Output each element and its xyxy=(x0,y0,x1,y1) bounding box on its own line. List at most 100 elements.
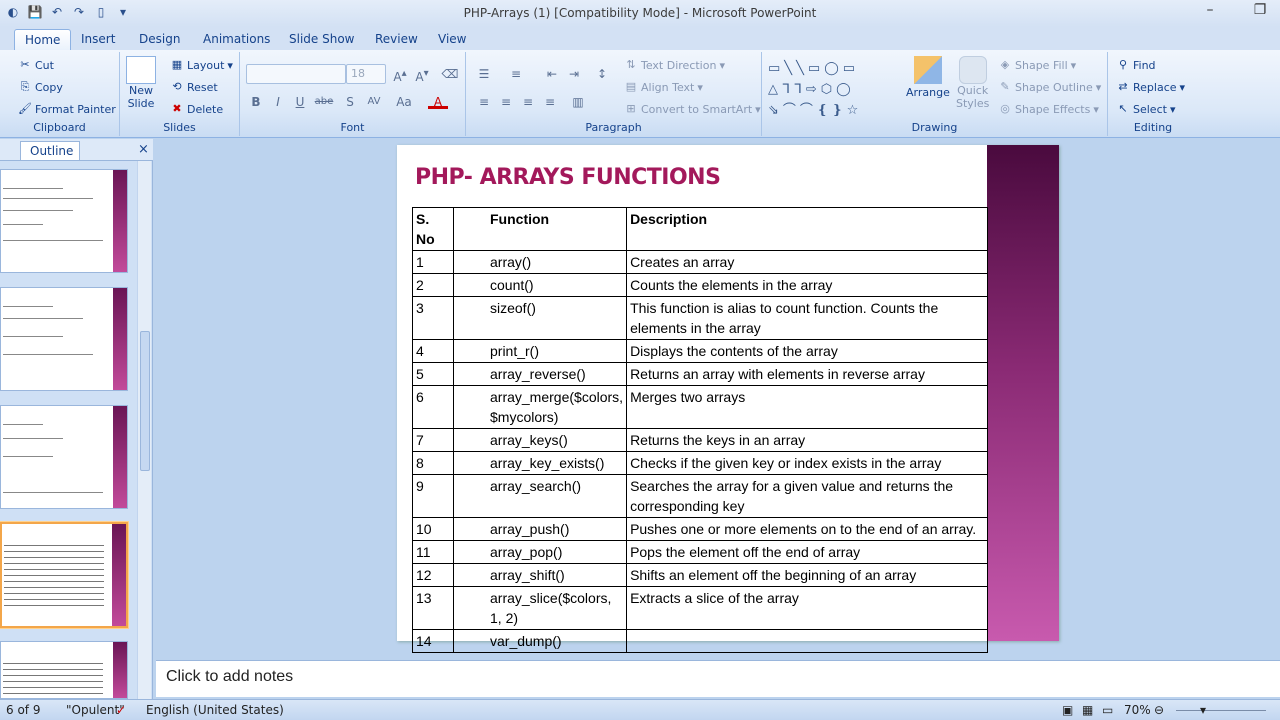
panel-scrollbar[interactable] xyxy=(137,161,151,699)
zoom-slider-thumb[interactable]: ▾ xyxy=(1200,703,1206,717)
minimize-icon[interactable]: – xyxy=(1198,2,1222,18)
shrink-font-icon[interactable]: A▾ xyxy=(412,65,432,84)
layout-button[interactable]: ▦ Layout ▾ xyxy=(170,58,233,72)
shadow-button[interactable]: S xyxy=(340,93,360,111)
zoom-level[interactable]: 70% xyxy=(1124,703,1151,717)
table-row: 2 count() Counts the elements in the array xyxy=(412,273,988,297)
function-description: Merges two arrays xyxy=(626,385,988,429)
arrange-button[interactable]: Arrange xyxy=(906,56,950,99)
close-panel-icon[interactable]: × xyxy=(134,140,153,159)
change-case-button[interactable]: Aa xyxy=(394,93,414,111)
slide-thumbnail[interactable] xyxy=(0,287,128,391)
delete-button[interactable]: ✖ Delete xyxy=(170,102,223,116)
slide[interactable]: PHP- ARRAYS FUNCTIONS S. No Function Des… xyxy=(397,145,1059,653)
shape-effects-button[interactable]: ◎ Shape Effects ▾ xyxy=(998,102,1099,116)
quick-styles-button[interactable]: Quick Styles xyxy=(956,56,989,110)
slides-panel: Outline × xyxy=(0,139,153,699)
tab-design[interactable]: Design xyxy=(129,29,190,50)
spellcheck-icon[interactable]: ✓ xyxy=(116,703,126,717)
align-left-icon[interactable]: ≡ xyxy=(474,93,494,111)
font-label: Font xyxy=(340,121,365,134)
cut-button[interactable]: ✂ Cut xyxy=(18,58,54,72)
bullets-icon[interactable]: ☰ xyxy=(474,65,494,83)
header-function: Function xyxy=(452,207,628,251)
shape-outline-button[interactable]: ✎ Shape Outline ▾ xyxy=(998,80,1101,94)
slide-title[interactable]: PHP- ARRAYS FUNCTIONS xyxy=(415,165,721,190)
function-description: Pops the element off the end of array xyxy=(626,540,988,564)
copy-button[interactable]: ⎘ Copy xyxy=(18,80,63,94)
tab-outline[interactable]: Outline xyxy=(20,141,80,160)
tab-insert[interactable]: Insert xyxy=(71,29,125,50)
new-slide-button[interactable]: New Slide xyxy=(126,56,156,110)
align-text-button[interactable]: ▤ Align Text ▾ xyxy=(624,80,703,94)
row-number: 11 xyxy=(412,540,454,564)
select-button[interactable]: ↖ Select ▾ xyxy=(1116,102,1175,116)
notes-pane[interactable]: Click to add notes xyxy=(156,660,1280,697)
quick-styles-icon xyxy=(958,56,987,84)
function-description: Creates an array xyxy=(626,250,988,274)
clear-formatting-icon[interactable]: ⌫ xyxy=(440,65,460,83)
slide-editing-area: PHP- ARRAYS FUNCTIONS S. No Function Des… xyxy=(156,139,1280,659)
shapes-gallery[interactable]: ▭╲╲▭◯▭ △ᒣᒣ⇨⬡◯ ⇘⌒⌒❴❵☆ xyxy=(768,58,896,118)
shape-fill-button[interactable]: ◈ Shape Fill ▾ xyxy=(998,58,1076,72)
tab-home[interactable]: Home xyxy=(14,29,72,50)
convert-smartart-button[interactable]: ⊞ Convert to SmartArt ▾ xyxy=(624,102,760,116)
function-name: array_pop() xyxy=(452,540,628,564)
justify-icon[interactable]: ≡ xyxy=(540,93,560,111)
zoom-slider[interactable] xyxy=(1176,710,1266,711)
columns-icon[interactable]: ▥ xyxy=(568,93,588,111)
font-name-box[interactable] xyxy=(246,64,346,84)
align-right-icon[interactable]: ≡ xyxy=(518,93,538,111)
normal-view-icon[interactable]: ▣ xyxy=(1062,703,1073,717)
table-row: 1 array() Creates an array xyxy=(412,250,988,274)
tab-animations[interactable]: Animations xyxy=(193,29,280,50)
table-row: 4 print_r() Displays the contents of the a… xyxy=(412,339,988,363)
decrease-indent-icon[interactable]: ⇤ xyxy=(542,65,562,83)
language[interactable]: English (United States) xyxy=(146,703,284,717)
strikethrough-button[interactable]: abe xyxy=(314,93,334,111)
numbering-icon[interactable]: ≡ xyxy=(506,65,526,83)
tab-slide-show[interactable]: Slide Show xyxy=(279,29,364,50)
notes-placeholder[interactable]: Click to add notes xyxy=(166,668,293,686)
functions-table[interactable]: S. No Function Description 1 array() Creat… xyxy=(412,207,988,653)
font-color-button[interactable]: A xyxy=(428,93,448,109)
tab-view[interactable]: View xyxy=(428,29,476,50)
grow-font-icon[interactable]: A▴ xyxy=(390,65,410,84)
replace-icon: ⇄ xyxy=(1118,80,1128,93)
row-number: 1 xyxy=(412,250,454,274)
slide-thumbnail[interactable] xyxy=(0,641,128,699)
format-painter-button[interactable]: 🖌 Format Painter xyxy=(18,102,116,116)
tab-review[interactable]: Review xyxy=(365,29,428,50)
zoom-out-icon[interactable]: ⊖ xyxy=(1154,703,1164,717)
thumbnail-line xyxy=(3,424,43,425)
slide-thumbnail-selected[interactable] xyxy=(0,522,128,628)
bold-button[interactable]: B xyxy=(246,93,266,111)
function-name: sizeof() xyxy=(452,296,628,340)
slide-show-icon[interactable]: ▭ xyxy=(1102,703,1113,717)
text-direction-button[interactable]: ⇅ Text Direction ▾ xyxy=(624,58,725,72)
underline-button[interactable]: U xyxy=(290,93,310,111)
line-spacing-icon[interactable]: ↕ xyxy=(592,65,612,83)
replace-button[interactable]: ⇄ Replace ▾ xyxy=(1116,80,1185,94)
table-row: 7 array_keys() Returns the keys in an arra… xyxy=(412,428,988,452)
delete-icon: ✖ xyxy=(172,102,182,115)
slide-thumbnail[interactable] xyxy=(0,405,128,509)
maximize-icon[interactable]: ❐ xyxy=(1248,2,1272,18)
reset-button[interactable]: ⟲ Reset xyxy=(170,80,217,94)
function-name: array_search() xyxy=(452,474,628,518)
character-spacing-button[interactable]: AV xyxy=(364,93,384,111)
scrollbar-thumb[interactable] xyxy=(140,331,150,471)
align-center-icon[interactable]: ≡ xyxy=(496,93,516,111)
pencil-icon: ✎ xyxy=(1000,80,1010,93)
align-text-icon: ▤ xyxy=(625,80,637,93)
slide-sorter-icon[interactable]: ▦ xyxy=(1082,703,1093,717)
thumbnail-line xyxy=(3,198,93,199)
italic-button[interactable]: I xyxy=(268,93,288,111)
font-size-box[interactable]: 18 xyxy=(346,64,386,84)
slide-thumbnail[interactable] xyxy=(0,169,128,273)
find-button[interactable]: ⚲ Find xyxy=(1116,58,1156,72)
function-description: This function is alias to count function… xyxy=(626,296,988,340)
thumbnail-line xyxy=(3,354,93,355)
increase-indent-icon[interactable]: ⇥ xyxy=(564,65,584,83)
function-description: Extracts a slice of the array xyxy=(626,586,988,630)
